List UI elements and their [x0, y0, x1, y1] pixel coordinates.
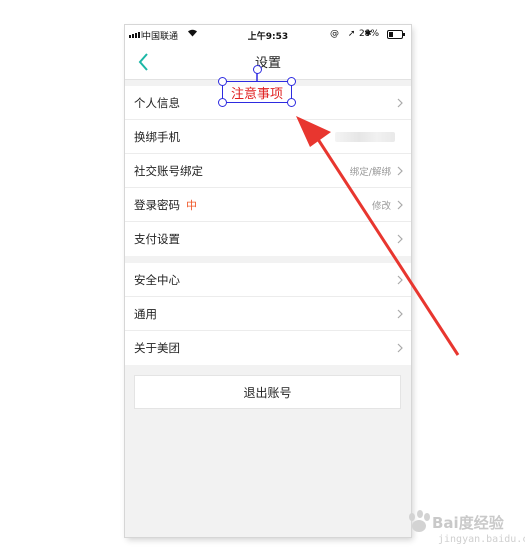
- arrow-head: [296, 116, 331, 147]
- resize-handle-bottom-right[interactable]: [287, 98, 296, 107]
- resize-handle-top-right[interactable]: [287, 77, 296, 86]
- watermark-url: jingyan.baidu.com: [438, 534, 525, 545]
- annotation-label: 注意事项: [222, 81, 292, 103]
- rotate-handle[interactable]: [253, 65, 262, 74]
- watermark-text: Bai度经验: [432, 514, 504, 532]
- resize-handle-bottom-left[interactable]: [218, 98, 227, 107]
- resize-handle-top-left[interactable]: [218, 77, 227, 86]
